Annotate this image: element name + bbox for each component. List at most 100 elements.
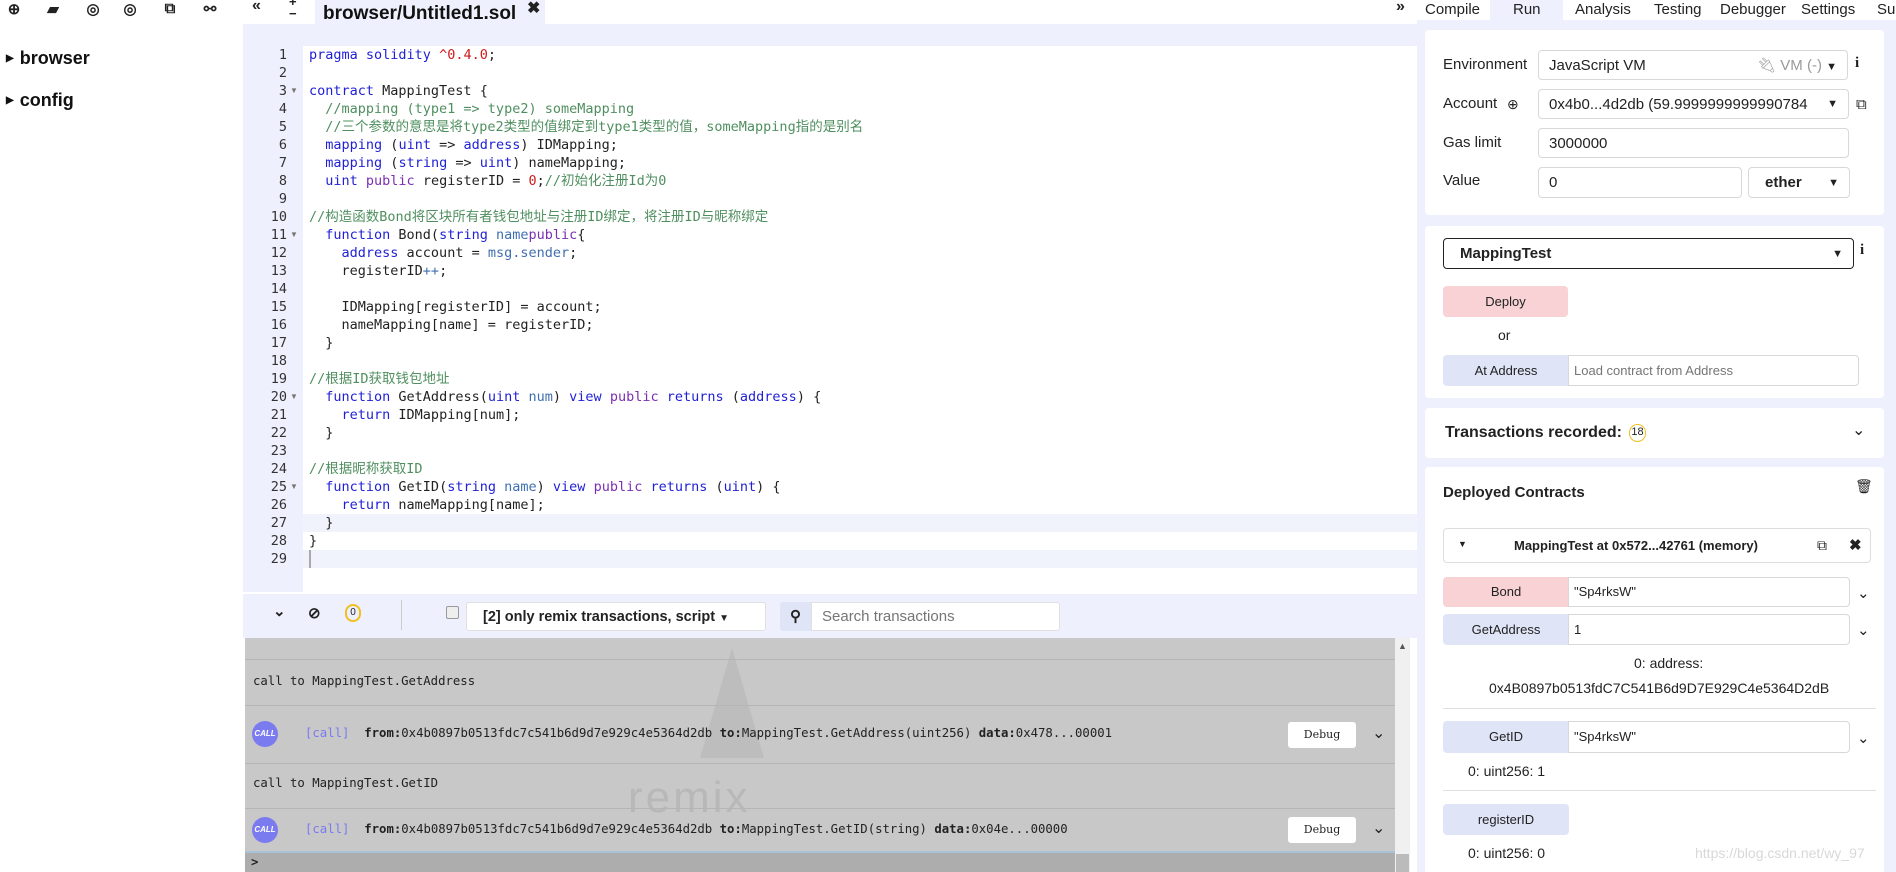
terminal-scrollbar[interactable]: ▲ (1395, 638, 1410, 872)
clear-console-icon[interactable]: ⊘ (308, 604, 321, 622)
to-label: to: (719, 822, 742, 836)
code-token: contract (309, 83, 375, 99)
contract-select[interactable]: MappingTest ▼ (1443, 238, 1854, 269)
chevron-down-icon[interactable]: ⌄ (1852, 420, 1865, 440)
tree-item-config[interactable]: ▶ config (6, 90, 74, 111)
transaction-filter-dropdown[interactable]: [2] only remix transactions, script ▼ (466, 602, 766, 631)
collapse-right-icon[interactable]: » (1396, 0, 1405, 16)
tab-support[interactable]: Su (1877, 0, 1895, 20)
code-line: address account = msg.sender; (309, 244, 578, 262)
caret-down-icon[interactable]: ▼ (1458, 539, 1467, 549)
account-select[interactable]: 0x4b0...4d2db (59.9999999999990784 ▼ (1538, 89, 1849, 119)
zoom-icon[interactable]: + − (289, 0, 297, 20)
registerid-button[interactable]: registerID (1443, 804, 1569, 835)
close-icon[interactable]: ✖ (1849, 536, 1862, 554)
code-token: } (309, 515, 334, 531)
github-icon[interactable]: ◎ (83, 0, 103, 18)
deploy-button[interactable]: Deploy (1443, 286, 1568, 317)
copy-icon[interactable]: ⧉ (1817, 537, 1827, 554)
bond-button[interactable]: Bond (1443, 577, 1569, 607)
fold-arrow-icon[interactable]: ▼ (290, 226, 298, 244)
contract-instance-header[interactable]: ▼ MappingTest at 0x572...42761 (memory) … (1443, 528, 1871, 563)
line-number: 6 (278, 137, 287, 153)
to-value: MappingTest.GetID(string) (741, 822, 927, 836)
search-transactions-input[interactable] (811, 602, 1060, 631)
code-line: contract MappingTest { (309, 82, 488, 100)
trash-icon[interactable]: 🗑︎ (1855, 478, 1873, 495)
debug-button[interactable]: Debug (1288, 817, 1356, 843)
value-unit-select[interactable]: ether ▼ (1748, 167, 1850, 198)
value-input[interactable]: 0 (1538, 167, 1742, 198)
log-entry: call to MappingTest.GetAddress (245, 659, 1395, 705)
environment-label: Environment (1443, 56, 1528, 73)
getaddress-input[interactable]: 1 (1568, 614, 1850, 645)
tab-debugger[interactable]: Debugger (1720, 0, 1786, 20)
chevron-down-icon[interactable]: ⌄ (1857, 584, 1870, 602)
tab-testing[interactable]: Testing (1654, 0, 1702, 20)
collapse-left-icon[interactable]: « (252, 0, 261, 15)
gas-limit-input[interactable]: 3000000 (1538, 128, 1849, 158)
code-token: public (609, 389, 659, 405)
link-icon[interactable]: ⚯ (200, 0, 220, 18)
copy-icon[interactable]: ⧉ (1856, 96, 1867, 113)
divider (401, 600, 402, 630)
chevron-down-icon[interactable]: ⌄ (1372, 723, 1385, 743)
log-entry: call to MappingTest.GetID (245, 763, 1395, 808)
listen-checkbox[interactable] (446, 606, 459, 619)
environment-select[interactable]: JavaScript VM 🔌︎ VM (-) ▼ (1538, 50, 1848, 80)
unit-value: ether (1765, 174, 1802, 191)
getid-input[interactable]: "Sp4rksW" (1568, 721, 1850, 753)
tab-untitled1[interactable]: browser/Untitled1.sol (315, 0, 545, 24)
fold-arrow-icon[interactable]: ▼ (290, 82, 298, 100)
code-token: public (528, 227, 578, 243)
terminal-prompt[interactable]: > (245, 851, 1395, 872)
code-token: nameMapping[name] = registerID; (309, 317, 594, 333)
chevron-down-icon[interactable]: ⌄ (1372, 818, 1385, 838)
bond-input[interactable]: "Sp4rksW" (1568, 577, 1850, 607)
call-icon: CALL (252, 817, 278, 843)
info-icon[interactable]: i (1855, 55, 1859, 72)
code-token: mapping (325, 155, 383, 171)
getid-button[interactable]: GetID (1443, 721, 1569, 753)
info-icon[interactable]: i (1860, 242, 1864, 259)
line-number: 25 (270, 479, 287, 495)
create-file-icon[interactable]: ⊕ (4, 0, 24, 18)
tab-settings[interactable]: Settings (1801, 0, 1855, 20)
code-token: name (496, 227, 529, 243)
to-value: MappingTest.GetAddress(uint256) (741, 726, 972, 740)
transaction-row[interactable]: CALL [call] from:0x4b0897b0513fdc7c541b6… (245, 705, 1395, 763)
tab-analysis[interactable]: Analysis (1575, 0, 1631, 20)
fold-arrow-icon[interactable]: ▼ (290, 478, 298, 496)
tab-compile[interactable]: Compile (1425, 0, 1480, 20)
code-token: ; (569, 245, 578, 261)
chevron-down-icon[interactable]: ⌄ (1857, 729, 1870, 747)
chevron-down-icon[interactable]: ⌄ (1857, 621, 1870, 639)
folder-open-icon[interactable]: ▰ (43, 0, 63, 18)
tab-run[interactable]: Run (1513, 0, 1541, 20)
code-token: => (430, 137, 464, 153)
add-account-icon[interactable]: ⊕ (1507, 96, 1519, 113)
github-gist-icon[interactable]: ◎ (120, 0, 140, 18)
code-token: returns (666, 389, 724, 405)
code-line: uint public registerID = 0;//初始化注册Id为0 (309, 172, 666, 190)
tree-item-browser[interactable]: ▶ browser (6, 48, 90, 69)
code-line: nameMapping[name] = registerID; (309, 316, 594, 334)
code-token: //mapping (type1 => type2) someMapping (309, 101, 635, 117)
minimize-terminal-icon[interactable]: ⌄ (273, 602, 286, 620)
code-token: return (341, 407, 391, 423)
load-address-input[interactable] (1568, 355, 1859, 386)
copy-files-icon[interactable]: ⧉ (160, 0, 180, 17)
code-token: address (463, 137, 521, 153)
at-address-button[interactable]: At Address (1443, 355, 1569, 386)
debug-button[interactable]: Debug (1288, 722, 1356, 748)
code-line: function GetID(string name) view public … (309, 478, 780, 496)
getaddress-button[interactable]: GetAddress (1443, 614, 1569, 645)
transaction-row[interactable]: CALL [call] from:0x4b0897b0513fdc7c541b6… (245, 808, 1395, 851)
fold-arrow-icon[interactable]: ▼ (290, 388, 298, 406)
divider (1443, 790, 1876, 791)
code-line: mapping (string => uint) nameMapping; (309, 154, 626, 172)
code-token: 0 (528, 173, 537, 189)
close-tab-icon[interactable]: ✖ (527, 0, 540, 18)
code-token: string (398, 155, 448, 171)
